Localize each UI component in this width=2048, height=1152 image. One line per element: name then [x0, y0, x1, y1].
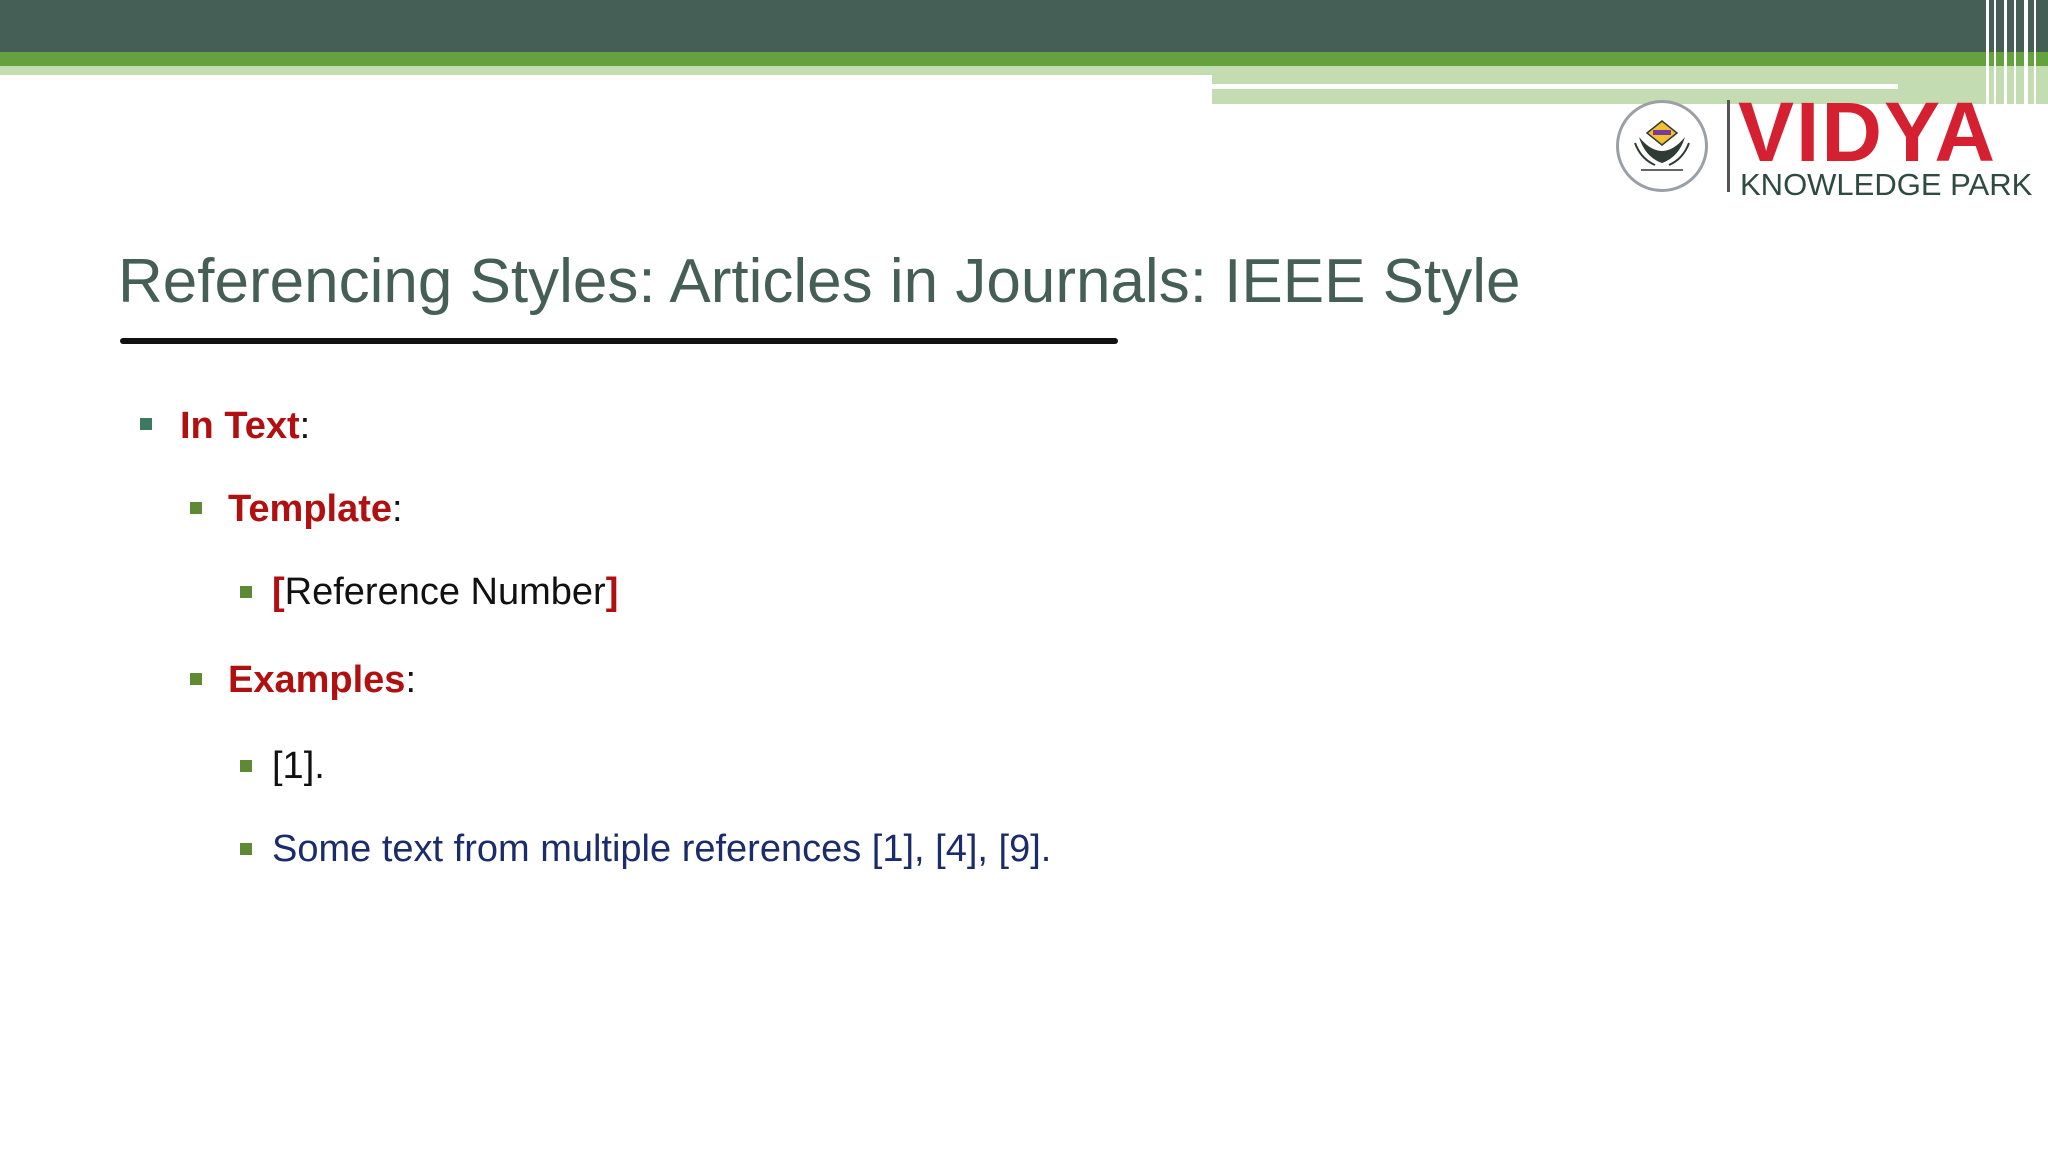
header-stripe: [2004, 0, 2007, 104]
bullet-text: [1].: [272, 745, 325, 787]
bullet-example-multiple: Some text from multiple references [1], …: [272, 826, 1051, 872]
bracket-close: ]: [605, 571, 619, 613]
logo-name: VIDYA: [1738, 85, 1998, 179]
bullet-suffix: :: [405, 659, 417, 701]
bullet-text: Reference Number: [284, 571, 606, 613]
bullet-example-single: [1].: [272, 743, 325, 789]
bullet-square-icon: [190, 502, 202, 514]
bullet-template: Template:: [228, 486, 403, 532]
header-bar-green: [0, 52, 2048, 66]
emblem-icon: [1616, 100, 1708, 192]
bullet-label: Examples: [228, 659, 406, 701]
bullet-label: In Text: [180, 405, 300, 447]
bullet-square-icon: [240, 760, 252, 772]
header-bar-dark: [0, 0, 2048, 52]
bracket-open: [: [272, 571, 285, 613]
logo-divider: [1727, 100, 1730, 192]
header-stripe: [2024, 0, 2028, 104]
bullet-in-text: In Text:: [180, 403, 310, 449]
bullet-square-icon: [140, 418, 152, 430]
page-title: Referencing Styles: Articles in Journals…: [118, 247, 1521, 316]
bullet-text: Some text from multiple references [1], …: [272, 828, 1052, 870]
header-stripe: [2034, 0, 2036, 104]
title-underline: [120, 338, 1118, 344]
header-bar-light: [0, 66, 1212, 75]
bullet-square-icon: [240, 586, 252, 598]
bullet-suffix: :: [299, 405, 311, 447]
logo-subtitle: KNOWLEDGE PARK: [1740, 167, 2033, 202]
bullet-suffix: :: [392, 488, 403, 530]
bullet-label: Template: [228, 488, 393, 530]
bullet-square-icon: [240, 843, 252, 855]
bullet-examples: Examples:: [228, 657, 416, 703]
bullet-square-icon: [190, 673, 202, 685]
institution-logo: VIDYA KNOWLEDGE PARK: [1612, 90, 2033, 204]
bullet-reference-number: [Reference Number]: [272, 569, 618, 615]
header-stripe: [2014, 0, 2016, 104]
